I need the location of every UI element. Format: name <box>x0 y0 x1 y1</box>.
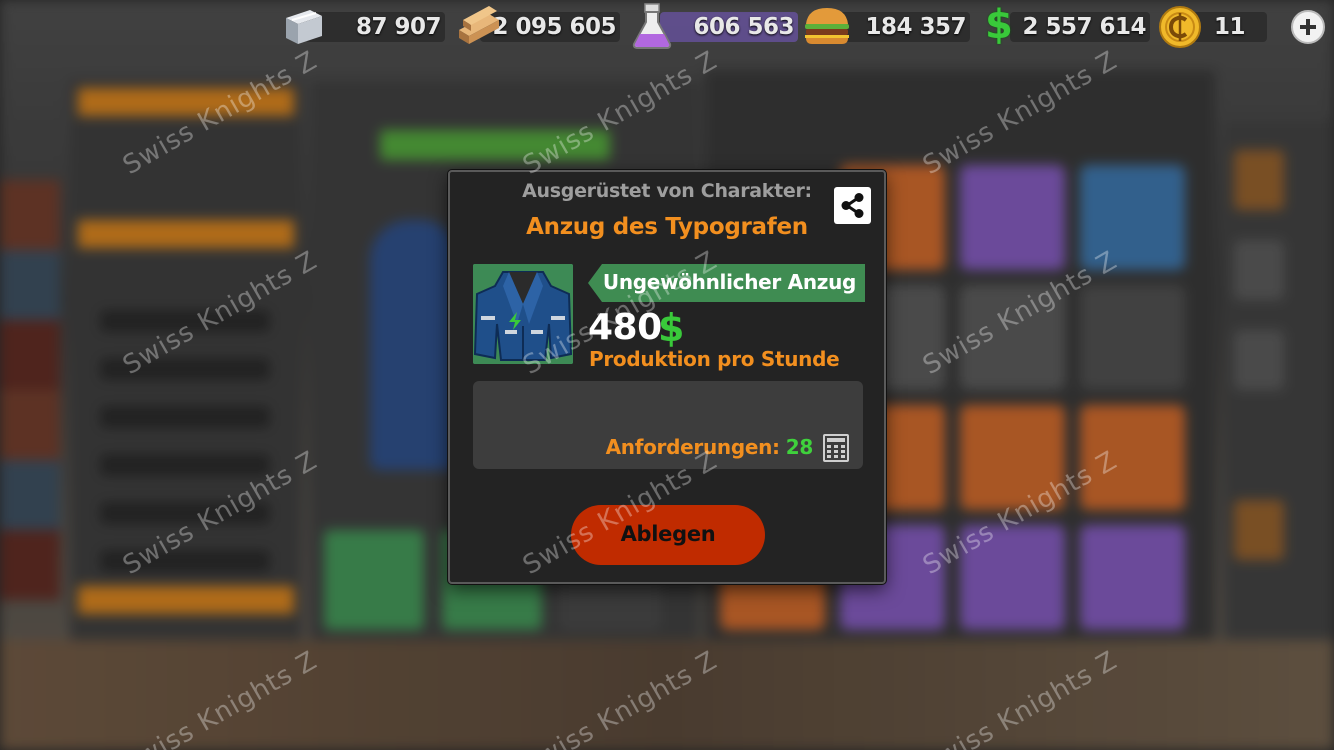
resource-wood-value: 2 095 605 <box>492 14 616 40</box>
requirements-value: 28 <box>785 435 814 459</box>
resource-iron[interactable]: 87 907 <box>305 12 445 42</box>
resource-coins-value: 11 <box>1213 14 1246 40</box>
item-detail-dialog: Ausgerüstet von Charakter: Anzug des Typ… <box>448 170 886 584</box>
coin-icon <box>1159 6 1201 48</box>
resource-food-value: 184 357 <box>865 14 966 40</box>
potion-flask-icon <box>632 3 672 49</box>
production-value: 480 <box>588 307 662 348</box>
resource-iron-value: 87 907 <box>355 14 442 40</box>
item-title: Anzug des Typografen <box>526 214 808 240</box>
burger-icon <box>805 8 849 44</box>
production-dollar-icon: $ <box>658 306 685 350</box>
rarity-label: Ungewöhnlicher Anzug <box>602 270 857 294</box>
production-label: Produktion pro Stunde <box>589 347 840 371</box>
equipped-by-label: Ausgerüstet von Charakter: <box>522 180 812 202</box>
requirements-label: Anforderungen: <box>605 435 780 459</box>
requirements-row: Anforderungen: 28 <box>605 435 814 459</box>
resource-money[interactable]: 2 557 614 <box>1010 12 1150 42</box>
wood-planks-icon <box>459 6 499 44</box>
resource-bar: 87 907 2 095 605 606 563 184 357 2 557 6… <box>0 0 1334 52</box>
dollar-icon: $ <box>985 2 1013 48</box>
rarity-banner: Ungewöhnlicher Anzug <box>588 264 865 302</box>
resource-potion[interactable]: 606 563 <box>660 12 798 42</box>
resource-money-value: 2 557 614 <box>1022 14 1146 40</box>
unequip-button[interactable]: Ablegen <box>571 505 765 565</box>
add-currency-button[interactable] <box>1291 10 1325 44</box>
calculator-icon[interactable] <box>823 434 849 462</box>
requirements-box: Anforderungen: 28 <box>473 381 863 469</box>
iron-ingot-icon <box>286 10 322 44</box>
suit-jacket-icon <box>473 264 573 364</box>
resource-potion-value: 606 563 <box>693 14 794 40</box>
